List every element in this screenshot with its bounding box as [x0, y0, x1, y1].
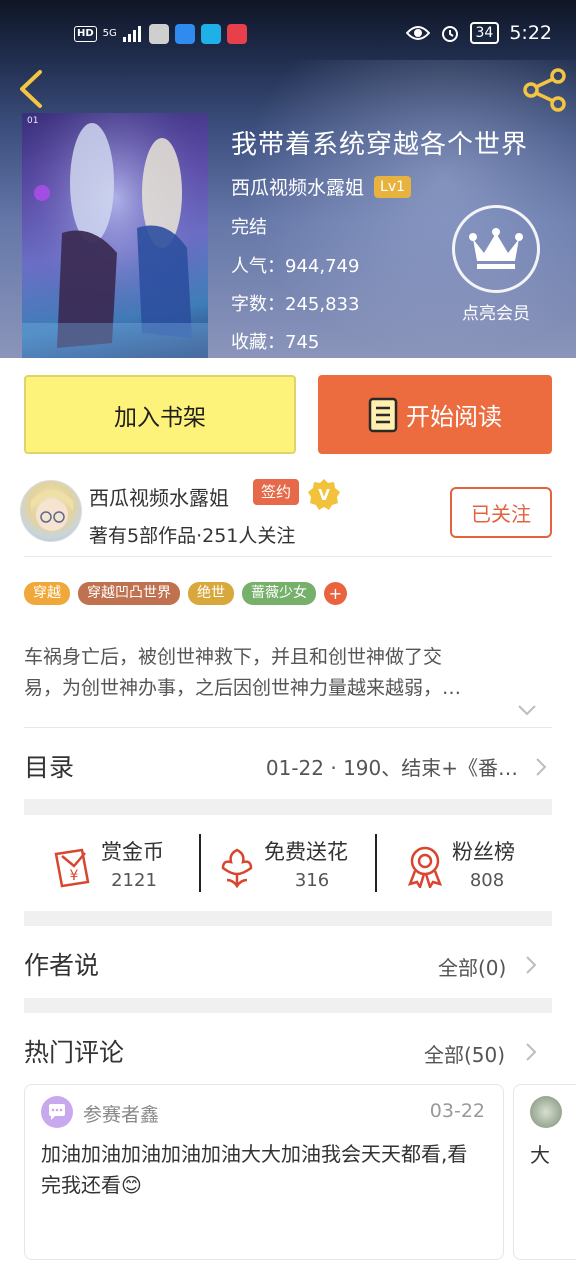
comment-date: 03-22 [429, 1100, 485, 1122]
author-says-title: 作者说 [24, 951, 100, 980]
share-icon[interactable] [522, 68, 568, 112]
medal-icon [407, 846, 443, 888]
signal-icon [122, 26, 141, 42]
comment-text: 大 [530, 1143, 550, 1167]
v-badge-text: V [318, 486, 330, 504]
followed-button[interactable]: 已关注 [450, 487, 552, 538]
status-bar-right: 34 5:22 [405, 22, 552, 44]
more-tags-button[interactable]: + [324, 582, 347, 605]
app-icon-anime [148, 24, 169, 44]
header-author-line: 西瓜视频水露姐 Lv1 [231, 173, 412, 200]
author-avatar[interactable] [20, 480, 82, 542]
cover-illustration [22, 113, 208, 358]
stat-label: 免费送花 [264, 840, 348, 864]
divider [24, 727, 552, 728]
book-header: HD 5G 34 5:22 01 我带着系统穿越各个世界 西瓜视频水露姐 Lv1… [0, 0, 576, 358]
hot-comments-title: 热门评论 [24, 1038, 125, 1067]
flower-icon [221, 848, 253, 888]
book-icon [368, 397, 398, 432]
commenter-avatar[interactable] [41, 1096, 73, 1128]
tag-chip[interactable]: 蔷薇少女 [242, 582, 316, 605]
stat-value: 2121 [111, 870, 157, 891]
synopsis-line: 易，为创世神办事，之后因创世神力量越来越弱，… [24, 677, 462, 699]
start-reading-label: 开始阅读 [406, 403, 502, 431]
hd-badge: HD [74, 26, 97, 42]
tag-chip[interactable]: 穿越凹凸世界 [78, 582, 180, 605]
latest-chapter: 01-22 · 190、结束+《番… [265, 756, 518, 780]
comment-card[interactable]: 大 [513, 1084, 576, 1260]
word-count: 字数：245,833 [231, 294, 360, 315]
app-icon-red [226, 24, 247, 44]
synopsis[interactable]: 车祸身亡后，被创世神救下，并且和创世神做了交 易，为创世神办事，之后因创世神力量… [24, 642, 544, 704]
stat-value: 808 [469, 870, 505, 891]
chevron-right-icon[interactable] [524, 954, 538, 976]
svg-text:¥: ¥ [70, 868, 79, 884]
app-icon-search [200, 24, 221, 44]
crown-icon [469, 228, 523, 269]
chevron-right-icon[interactable] [524, 1041, 538, 1063]
tip-coins-button[interactable]: ¥ 赏金币 2121 [52, 834, 182, 896]
header-author-name[interactable]: 西瓜视频水露姐 [231, 173, 364, 200]
stat-divider [375, 834, 377, 892]
toc-title: 目录 [24, 753, 75, 782]
tag-chip[interactable]: 绝世 [188, 582, 234, 605]
stat-label: 赏金币 [101, 840, 164, 864]
commenter-name[interactable]: 参赛者鑫 [83, 1100, 159, 1127]
verified-v-icon: V [308, 479, 340, 510]
tag-list: 穿越 穿越凹凸世界 绝世 蔷薇少女 + [24, 582, 347, 605]
red-envelope-icon: ¥ [54, 848, 90, 888]
section-separator [24, 911, 552, 926]
battery-icon: 34 [469, 22, 500, 44]
add-to-shelf-button[interactable]: 加入书架 [24, 375, 296, 454]
vip-circle [452, 205, 540, 293]
status-bar-left: HD 5G [74, 24, 247, 44]
section-separator [24, 799, 552, 815]
author-says-all-link[interactable]: 全部(0) [438, 952, 506, 981]
app-icon-cloud [174, 24, 195, 44]
network-type: 5G [102, 28, 117, 39]
signed-badge: 签约 [253, 479, 300, 505]
divider [24, 556, 552, 557]
stat-label: 粉丝榜 [452, 840, 515, 864]
status-bar: HD 5G 34 5:22 [0, 0, 576, 66]
chevron-down-icon[interactable] [516, 702, 538, 718]
comment-text: 加油加油加油加油加油大大加油我会天天都看,看完我还看😊 [41, 1142, 468, 1197]
level-badge: Lv1 [374, 175, 412, 198]
alarm-icon [441, 26, 458, 42]
favorites-count: 收藏：745 [231, 332, 320, 353]
clock-time: 5:22 [509, 22, 552, 44]
start-reading-button[interactable]: 开始阅读 [318, 375, 552, 454]
avatar-illustration [31, 490, 73, 531]
back-arrow-icon[interactable] [14, 68, 48, 110]
tag-chip[interactable]: 穿越 [24, 582, 70, 605]
author-stats: 著有5部作品·251人关注 [89, 525, 296, 547]
cover-label: 01 [27, 116, 39, 126]
chat-bubble-icon [49, 1104, 65, 1120]
hot-comments-all-link[interactable]: 全部(50) [424, 1039, 505, 1068]
section-separator [24, 998, 552, 1013]
book-status: 完结 [231, 217, 267, 238]
send-flower-button[interactable]: 免费送花 316 [215, 834, 365, 896]
popularity-count: 人气：944,749 [231, 256, 360, 277]
author-name[interactable]: 西瓜视频水露姐 [89, 482, 229, 511]
fan-ranking-button[interactable]: 粉丝榜 808 [403, 834, 533, 896]
vip-membership-button[interactable]: 点亮会员 [440, 205, 552, 324]
table-of-contents-row[interactable]: 目录 01-22 · 190、结束+《番… [24, 748, 552, 784]
book-detail-page: HD 5G 34 5:22 01 我带着系统穿越各个世界 西瓜视频水露姐 Lv1… [0, 0, 576, 1280]
chevron-right-icon [536, 758, 547, 776]
comment-card[interactable]: 参赛者鑫 03-22 加油加油加油加油加油大大加油我会天天都看,看完我还看😊 [24, 1084, 504, 1260]
eye-icon [405, 26, 430, 40]
book-cover-image[interactable]: 01 [22, 113, 208, 358]
synopsis-line: 车祸身亡后，被创世神救下，并且和创世神做了交 [24, 646, 443, 668]
stat-divider [199, 834, 201, 892]
vip-label: 点亮会员 [462, 304, 530, 324]
stat-value: 316 [294, 870, 330, 891]
commenter-avatar[interactable] [530, 1096, 562, 1128]
book-title: 我带着系统穿越各个世界 [231, 130, 529, 160]
